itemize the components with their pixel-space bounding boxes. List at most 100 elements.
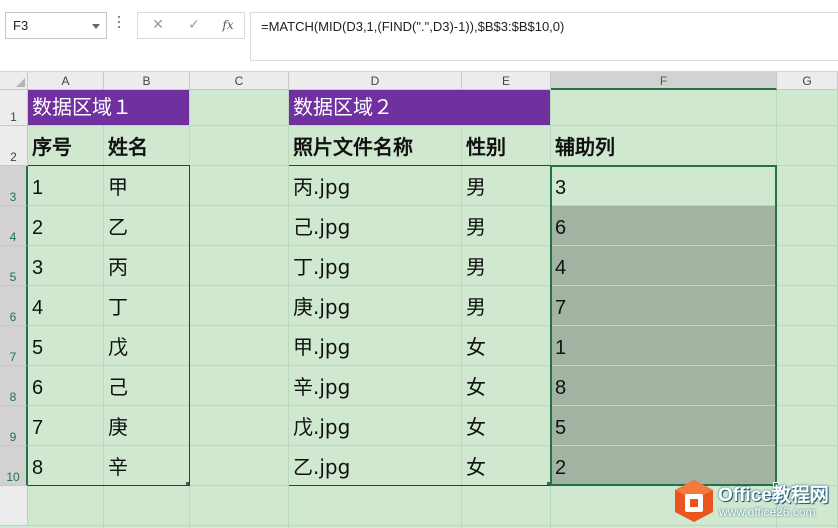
table-resize-handle[interactable] (547, 482, 550, 485)
table2-cell-text: 女 (466, 375, 486, 399)
helper-cell[interactable]: 1 (551, 326, 776, 365)
formula-input[interactable]: =MATCH(MID(D3,1,(FIND(".",D3)-1)),$B$3:$… (250, 12, 838, 61)
table1-cell[interactable]: 丁 (104, 286, 189, 325)
table2-cell[interactable]: 己.jpg (289, 206, 461, 245)
table1-cell[interactable]: 戊 (104, 326, 189, 365)
table2-cell[interactable]: 戊.jpg (289, 406, 461, 445)
office-logo-icon (675, 480, 713, 522)
table1-header-cell[interactable]: 序号 (28, 126, 103, 165)
table1-cell-text: 戊 (108, 335, 128, 359)
table2-cell[interactable]: 女 (462, 326, 550, 365)
table2-title-cell-text: 数据区域２ (293, 95, 393, 119)
table1-cell[interactable]: 7 (28, 406, 103, 445)
row-header-7[interactable]: 7 (0, 326, 28, 366)
column-header-e[interactable]: E (462, 72, 551, 90)
table1-cell[interactable]: 辛 (104, 446, 189, 485)
table2-cell[interactable]: 男 (462, 166, 550, 205)
row-header-2[interactable]: 2 (0, 126, 28, 166)
row-header-10[interactable]: 10 (0, 446, 28, 486)
table2-cell[interactable]: 男 (462, 246, 550, 285)
table1-header-cell[interactable]: 姓名 (104, 126, 189, 165)
table2-header-cell[interactable]: 照片文件名称 (289, 126, 461, 165)
table1-cell[interactable]: 己 (104, 366, 189, 405)
row-number: 7 (9, 350, 17, 364)
table1-cell[interactable]: 8 (28, 446, 103, 485)
helper-cell-text: 4 (555, 257, 567, 279)
table1-cell-text: 5 (32, 337, 44, 359)
insert-function-button[interactable]: fx (210, 13, 246, 38)
formula-buttons: ✕ ✓ fx (137, 12, 245, 39)
column-header-c[interactable]: C (190, 72, 289, 90)
table2-header-cell[interactable]: 性别 (462, 126, 550, 165)
table2-cell[interactable]: 女 (462, 446, 550, 485)
table2-cell[interactable]: 女 (462, 406, 550, 445)
row-number: 6 (9, 310, 17, 324)
table2-cell-text: 甲.jpg (293, 335, 351, 359)
row-header-empty[interactable] (0, 486, 28, 526)
table2-cell[interactable]: 甲.jpg (289, 326, 461, 365)
table1-cell[interactable]: 乙 (104, 206, 189, 245)
table1-cell[interactable]: 2 (28, 206, 103, 245)
worksheet-grid[interactable]: ABCDEFG 1 2 3 4 5 6 7 8 9 10 数据区域１ 数据区域２ 序号 姓名 照片文件名称… (0, 72, 838, 528)
row-number: 8 (9, 390, 17, 404)
row-header-9[interactable]: 9 (0, 406, 28, 446)
table1-title-cell-text: 数据区域１ (32, 95, 132, 119)
row-header-6[interactable]: 6 (0, 286, 28, 326)
row-header-8[interactable]: 8 (0, 366, 28, 406)
column-header-f[interactable]: F (551, 72, 777, 90)
column-header-b[interactable]: B (104, 72, 190, 90)
row-header-5[interactable]: 5 (0, 246, 28, 286)
cancel-icon[interactable]: ✕ (140, 13, 176, 38)
table2-cell-text: 女 (466, 335, 486, 359)
table1-cell-text: 8 (32, 457, 44, 479)
table1-cell[interactable]: 6 (28, 366, 103, 405)
table1-title-cell[interactable]: 数据区域１ (28, 90, 189, 125)
watermark-title: Office教程网 (718, 485, 829, 506)
row-header-3[interactable]: 3 (0, 166, 28, 206)
table2-cell-text: 男 (466, 295, 486, 319)
helper-cell[interactable]: 3 (551, 166, 776, 205)
helper-header-cell[interactable]: 辅助列 (551, 126, 776, 165)
table2-cell-text: 己.jpg (293, 215, 351, 239)
table1-cell[interactable]: 3 (28, 246, 103, 285)
row-number: 4 (9, 230, 17, 244)
table1-cell[interactable]: 4 (28, 286, 103, 325)
enter-icon[interactable]: ✓ (176, 13, 212, 38)
column-header-d[interactable]: D (289, 72, 462, 90)
helper-cell[interactable]: 5 (551, 406, 776, 445)
table2-cell[interactable]: 庚.jpg (289, 286, 461, 325)
row-header-1[interactable]: 1 (0, 90, 28, 126)
table1-cell[interactable]: 庚 (104, 406, 189, 445)
row-number: 9 (9, 430, 17, 444)
name-box[interactable]: F3 (5, 12, 107, 39)
table1-bottom-border (28, 485, 190, 486)
table2-cell-text: 丁.jpg (293, 255, 351, 279)
helper-cell[interactable]: 4 (551, 246, 776, 285)
table2-cell[interactable]: 男 (462, 286, 550, 325)
table2-cell[interactable]: 乙.jpg (289, 446, 461, 485)
select-all-button[interactable] (0, 72, 28, 90)
table2-cell[interactable]: 女 (462, 366, 550, 405)
table1-cell[interactable]: 1 (28, 166, 103, 205)
table2-cell[interactable]: 男 (462, 206, 550, 245)
table2-cell[interactable]: 辛.jpg (289, 366, 461, 405)
column-header-a[interactable]: A (28, 72, 104, 90)
table1-cell[interactable]: 甲 (104, 166, 189, 205)
table2-cell-text: 女 (466, 415, 486, 439)
helper-cell[interactable]: 6 (551, 206, 776, 245)
table2-cell[interactable]: 丙.jpg (289, 166, 461, 205)
more-options-icon[interactable] (117, 16, 121, 32)
helper-cell[interactable]: 7 (551, 286, 776, 325)
table1-cell-text: 7 (32, 417, 44, 439)
table2-cell[interactable]: 丁.jpg (289, 246, 461, 285)
row-header-4[interactable]: 4 (0, 206, 28, 246)
table1-cell[interactable]: 丙 (104, 246, 189, 285)
table2-title-cell[interactable]: 数据区域２ (289, 90, 550, 125)
watermark-url: www.office26.com (719, 505, 816, 519)
chevron-down-icon[interactable] (92, 24, 100, 29)
table-resize-handle[interactable] (186, 482, 189, 485)
helper-cell[interactable]: 8 (551, 366, 776, 405)
column-header-g[interactable]: G (777, 72, 838, 90)
table1-cell[interactable]: 5 (28, 326, 103, 365)
table2-header-cell-text: 性别 (466, 135, 506, 159)
